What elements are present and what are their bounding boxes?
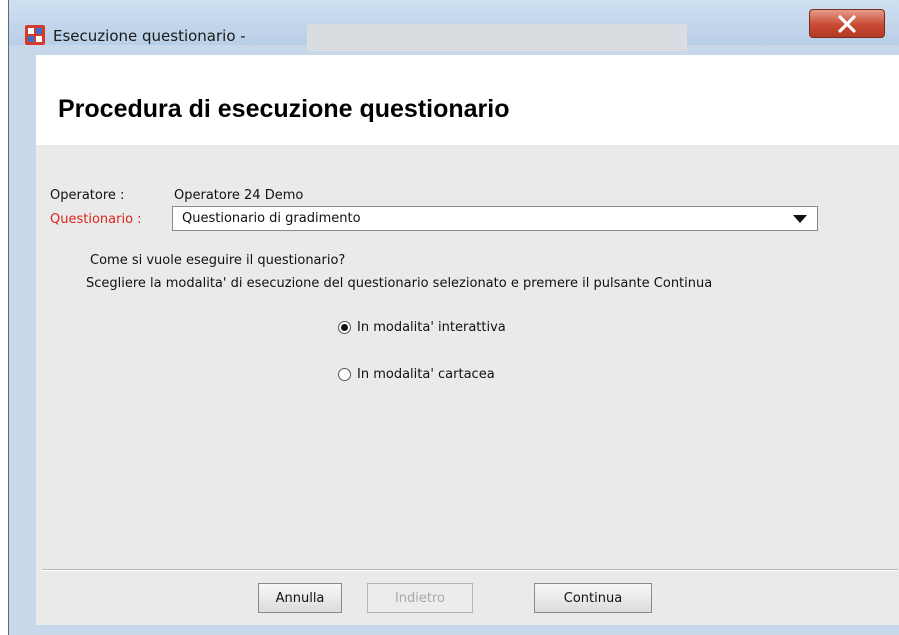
back-button: Indietro <box>367 583 473 613</box>
operator-value: Operatore 24 Demo <box>174 188 304 203</box>
dialog-content: Procedura di esecuzione questionario Ope… <box>36 55 899 625</box>
title-redacted-area <box>307 24 687 51</box>
window-title: Esecuzione questionario - <box>53 27 246 45</box>
question-text: Come si vuole eseguire il questionario? <box>90 253 346 268</box>
questionnaire-select[interactable]: Questionario di gradimento <box>172 206 818 231</box>
page-title: Procedura di esecuzione questionario <box>58 95 510 123</box>
questionnaire-select-value: Questionario di gradimento <box>182 211 361 226</box>
chevron-down-icon[interactable] <box>793 215 807 223</box>
radio-interactive-label[interactable]: In modalita' interattiva <box>357 320 506 335</box>
continue-button[interactable]: Continua <box>534 583 652 613</box>
radio-button-unselected[interactable] <box>338 368 351 381</box>
cancel-button[interactable]: Annulla <box>258 583 342 613</box>
footer-separator <box>42 569 898 571</box>
operator-label: Operatore : <box>50 188 125 203</box>
radio-interactive[interactable]: In modalita' interattiva <box>338 320 506 335</box>
instruction-text: Scegliere la modalita' di esecuzione del… <box>86 276 713 291</box>
title-bar[interactable]: Esecuzione questionario - <box>9 0 899 51</box>
dialog-window: Esecuzione questionario - Procedura di e… <box>8 0 899 635</box>
close-icon <box>838 14 856 33</box>
questionnaire-label: Questionario : <box>50 212 142 227</box>
close-button[interactable] <box>809 9 885 38</box>
radio-button-selected[interactable] <box>338 321 351 334</box>
radio-paper[interactable]: In modalita' cartacea <box>338 367 495 382</box>
header-panel: Procedura di esecuzione questionario <box>36 55 899 145</box>
app-logo-icon <box>25 25 45 45</box>
radio-paper-label[interactable]: In modalita' cartacea <box>357 367 495 382</box>
